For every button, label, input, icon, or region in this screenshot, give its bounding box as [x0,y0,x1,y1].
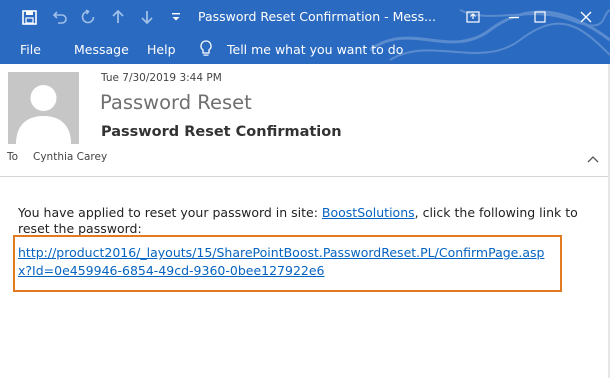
body-prefix: You have applied to reset your password … [18,205,322,220]
customize-icon[interactable] [168,9,184,25]
tab-file[interactable]: File [20,42,41,57]
tell-me-search[interactable]: Tell me what you want to do [227,42,403,57]
subject-line: Password Reset Confirmation [101,124,342,140]
to-label: To [7,151,19,163]
up-arrow-icon[interactable] [110,9,126,25]
sender-name[interactable]: Password Reset [100,91,252,114]
message-header: Tue 7/30/2019 3:44 PM Password Reset Pas… [0,64,610,176]
down-arrow-icon[interactable] [139,9,155,25]
save-icon[interactable] [21,9,37,25]
reset-link[interactable]: http://product2016/_layouts/15/SharePoin… [18,244,558,280]
ribbon-background-pattern [370,9,610,61]
site-link[interactable]: BoostSolutions [322,205,415,220]
tab-help[interactable]: Help [147,42,176,57]
recipient-name[interactable]: Cynthia Carey [33,151,107,163]
tab-message[interactable]: Message [74,42,129,57]
lightbulb-icon [200,40,212,56]
redo-icon[interactable] [80,9,96,25]
sent-date: Tue 7/30/2019 3:44 PM [101,72,222,84]
chevron-up-icon[interactable] [586,153,600,165]
avatar [8,72,79,144]
header-divider [0,176,610,177]
ribbon-bar: File Message Help Tell me what you want … [0,9,610,64]
message-body-text: You have applied to reset your password … [18,205,588,237]
undo-icon[interactable] [52,9,68,25]
